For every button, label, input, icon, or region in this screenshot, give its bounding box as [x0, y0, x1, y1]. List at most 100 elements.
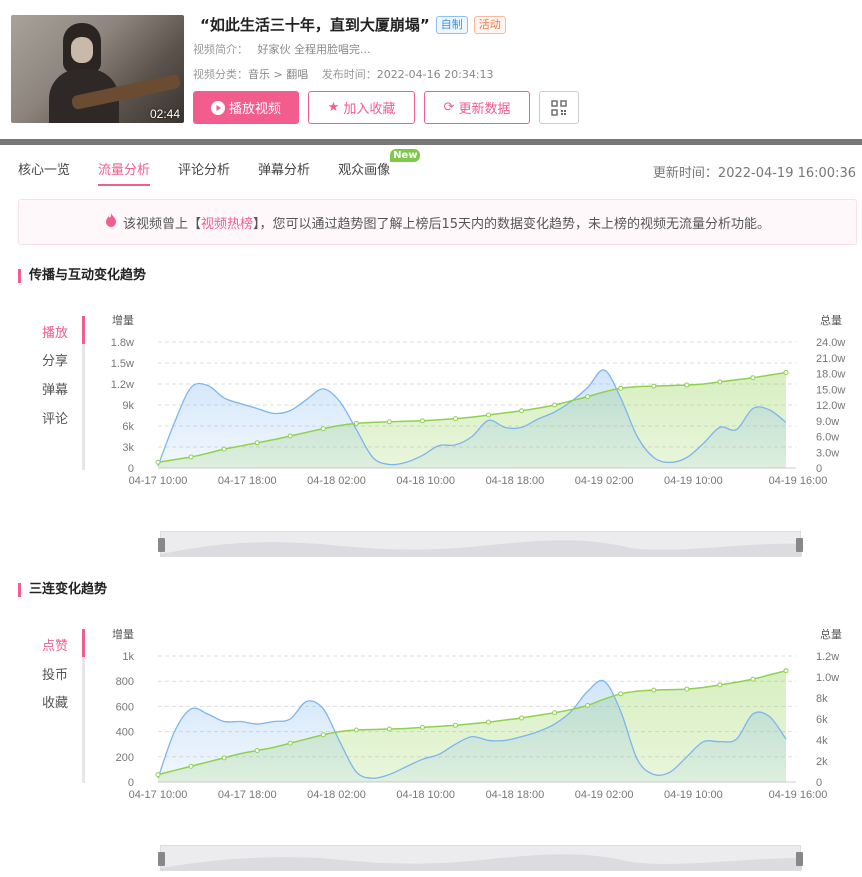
- total-point: [552, 402, 558, 408]
- left-tick-label: 3k: [122, 442, 134, 454]
- qr-code-button[interactable]: [539, 91, 579, 124]
- right-tick-label: 1.0w: [816, 672, 839, 684]
- spread-chart-zoom-slider[interactable]: [158, 531, 803, 557]
- category-label: 视频分类：: [193, 68, 248, 81]
- slider-left-handle[interactable]: [158, 852, 165, 866]
- menu-active-indicator: [82, 316, 85, 344]
- notice-suffix: 】，您可以通过趋势图了解上榜后15天内的数据变化趋势，未上榜的视频无流量分析功能…: [252, 216, 771, 232]
- tab-comment-analysis[interactable]: 评论分析: [178, 159, 230, 186]
- total-point: [320, 732, 326, 738]
- spread-trend-chart[interactable]: 增量 总量 0 3k 6k 9k 1.2w 1.5w 1.8w 0 3.0w 6.0w 9.0w 12.0…: [100, 310, 860, 495]
- triple-chart-zoom-slider[interactable]: [158, 845, 803, 871]
- right-tick-label: 2k: [816, 756, 828, 768]
- left-tick-label: 1.5w: [111, 358, 134, 370]
- publish-value: 2022-04-16 20:34:13: [376, 68, 494, 81]
- x-tick-label: 04-17 18:00: [218, 789, 277, 801]
- right-tick-label: 24.0w: [816, 337, 845, 349]
- triple-trend-chart[interactable]: 增量 总量 0 200 400 600 800 1k 0 2k 4k 6k 8k 1.0w 1.2w 04-1…: [100, 624, 860, 809]
- notice-prefix: 该视频曾上【: [122, 216, 201, 232]
- left-tick-label: 6k: [122, 421, 134, 433]
- fire-icon: [105, 213, 117, 231]
- menu-item-share[interactable]: 分享: [42, 350, 68, 369]
- total-point: [585, 702, 591, 708]
- left-tick-label: 400: [116, 727, 134, 739]
- section-title-spread: 传播与互动变化趋势: [18, 269, 146, 283]
- total-point: [783, 668, 789, 674]
- x-tick-label: 04-18 02:00: [307, 475, 366, 487]
- publish-label: 发布时间：: [321, 68, 377, 81]
- video-title[interactable]: “如此生活三十年，直到大厦崩塌”: [200, 14, 430, 35]
- total-point: [651, 383, 657, 389]
- x-tick-label: 04-19 10:00: [664, 789, 723, 801]
- x-tick-label: 04-18 02:00: [307, 789, 366, 801]
- total-point: [717, 682, 723, 688]
- x-tick-label: 04-19 16:00: [769, 789, 828, 801]
- add-favorite-button[interactable]: ★ 加入收藏: [308, 91, 415, 124]
- left-tick-label: 9k: [122, 400, 134, 412]
- left-axis-label: 增量: [112, 313, 134, 327]
- menu-item-play[interactable]: 播放: [42, 322, 68, 341]
- video-duration: 02:44: [149, 107, 180, 121]
- right-tick-label: 8k: [816, 693, 828, 705]
- total-point: [419, 724, 425, 730]
- total-point: [320, 426, 326, 432]
- header-divider: [0, 139, 862, 145]
- menu-active-indicator: [82, 629, 85, 657]
- refresh-data-button[interactable]: ⟳ 更新数据: [424, 91, 530, 124]
- total-point: [155, 459, 161, 465]
- slider-right-handle[interactable]: [796, 852, 803, 866]
- total-point: [486, 719, 492, 725]
- total-point: [452, 416, 458, 422]
- total-point: [419, 418, 425, 424]
- total-point: [717, 379, 723, 385]
- play-circle-icon: [210, 100, 225, 115]
- total-point: [684, 686, 690, 692]
- x-tick-label: 04-18 10:00: [396, 475, 455, 487]
- total-point: [684, 382, 690, 388]
- right-tick-label: 18.0w: [816, 369, 845, 381]
- video-thumbnail[interactable]: 02:44: [11, 15, 184, 123]
- total-point: [353, 727, 359, 733]
- total-point: [287, 433, 293, 439]
- category-value: 音乐 > 翻唱: [248, 68, 309, 81]
- total-point: [386, 726, 392, 732]
- total-point: [750, 375, 756, 381]
- menu-item-coin[interactable]: 投币: [42, 664, 68, 683]
- play-video-button[interactable]: 播放视频: [193, 91, 299, 124]
- total-point: [618, 385, 624, 391]
- total-point: [188, 763, 194, 769]
- total-point: [651, 687, 657, 693]
- total-point: [486, 412, 492, 418]
- total-point: [287, 740, 293, 746]
- left-tick-label: 0: [128, 463, 134, 475]
- menu-item-comment[interactable]: 评论: [42, 408, 68, 427]
- menu-item-favorite[interactable]: 收藏: [42, 692, 68, 711]
- total-point: [618, 691, 624, 697]
- tab-core-overview[interactable]: 核心一览: [18, 159, 70, 186]
- menu-item-like[interactable]: 点赞: [42, 635, 68, 654]
- left-tick-label: 1.2w: [111, 379, 134, 391]
- refresh-icon: ⟳: [443, 100, 455, 115]
- hot-list-link[interactable]: 视频热榜: [201, 213, 253, 232]
- menu-item-danmaku[interactable]: 弹幕: [42, 379, 68, 398]
- slider-right-handle[interactable]: [796, 538, 803, 552]
- right-tick-label: 0: [816, 463, 822, 475]
- tab-danmaku-analysis[interactable]: 弹幕分析: [258, 159, 310, 186]
- hot-list-notice: 该视频曾上【 视频热榜 】，您可以通过趋势图了解上榜后15天内的数据变化趋势，未上榜…: [18, 199, 857, 245]
- self-made-badge: 自制: [435, 15, 468, 34]
- slider-preview: [161, 540, 802, 556]
- slider-left-handle[interactable]: [158, 538, 165, 552]
- total-point: [188, 454, 194, 460]
- event-badge: 活动: [473, 15, 506, 34]
- right-tick-label: 21.0w: [816, 353, 845, 365]
- tab-traffic-analysis[interactable]: 流量分析: [98, 159, 151, 186]
- section-title-triple: 三连变化趋势: [18, 583, 107, 597]
- total-point: [386, 419, 392, 425]
- x-tick-label: 04-18 18:00: [486, 475, 545, 487]
- total-point: [254, 748, 260, 753]
- add-favorite-label: 加入收藏: [343, 102, 396, 117]
- slider-preview: [161, 854, 802, 870]
- total-point: [353, 420, 359, 426]
- x-tick-label: 04-19 10:00: [664, 475, 723, 487]
- tab-audience-profile[interactable]: 观众画像 New: [338, 149, 421, 186]
